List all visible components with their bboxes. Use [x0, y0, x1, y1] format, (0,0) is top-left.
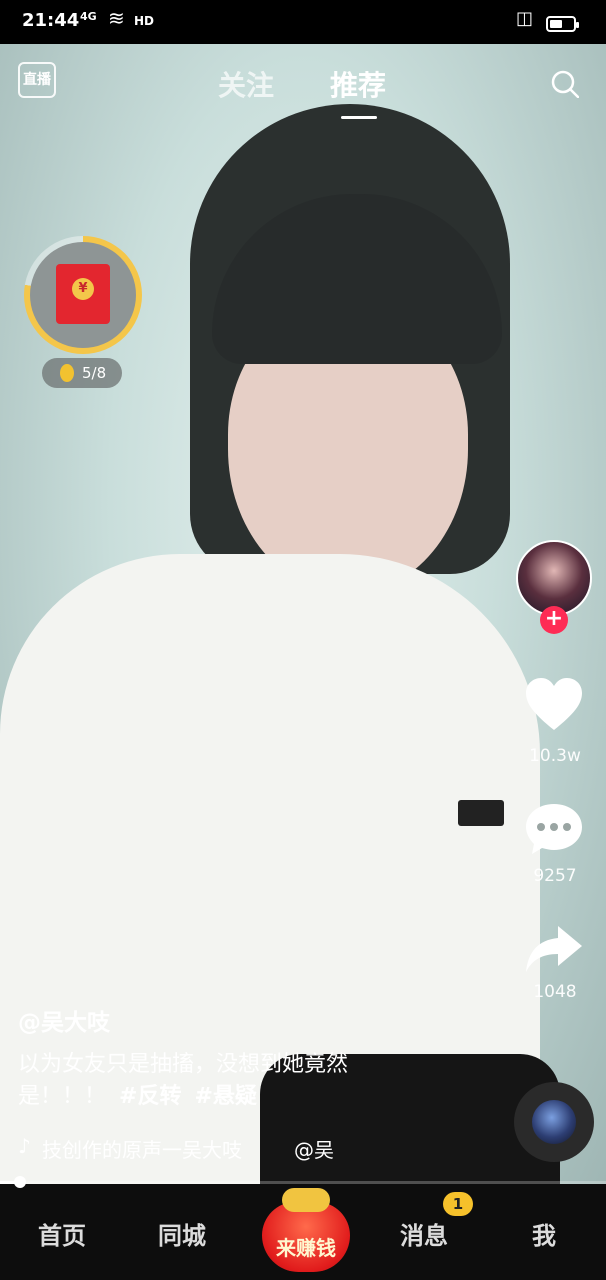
reward-progress-pill: 5/8 — [42, 358, 122, 388]
yuan-coin-icon: ¥ — [72, 278, 94, 300]
follow-button[interactable]: + — [540, 606, 568, 634]
heart-icon[interactable] — [524, 676, 584, 732]
description-text: 以为女友只是抽搐，没想到她竟然是！！！ — [18, 1052, 349, 1109]
reward-red-packet[interactable]: ¥ — [24, 236, 142, 354]
live-icon[interactable]: 直播 — [18, 62, 56, 98]
share-icon[interactable] — [524, 922, 584, 978]
music-mention: @吴 — [294, 1138, 334, 1162]
battery-icon — [546, 16, 579, 32]
vibrate-icon: ◫ — [516, 8, 534, 29]
video-description: 以为女友只是抽搐，没想到她竟然是！！！ #反转 #悬疑 — [18, 1049, 418, 1113]
shirt-logo — [458, 800, 504, 826]
comment-count: 9257 — [533, 866, 577, 886]
playback-progress-bar[interactable] — [0, 1181, 606, 1184]
music-marquee[interactable]: ♪ 技创作的原声一吴大吱 @吴 — [18, 1134, 338, 1164]
author-avatar[interactable] — [516, 540, 592, 616]
nav-nearby[interactable]: 同城 — [158, 1216, 206, 1251]
status-bar: 21:44 4G ≋ HD ◫ — [0, 0, 606, 44]
active-tab-indicator — [341, 116, 377, 119]
gold-egg-icon — [60, 364, 74, 382]
hashtag-link[interactable]: #悬疑 — [194, 1084, 256, 1109]
money-bag-knot — [282, 1188, 330, 1212]
messages-badge: 1 — [443, 1192, 473, 1216]
status-time: 21:44 — [22, 10, 80, 31]
nav-home[interactable]: 首页 — [38, 1216, 86, 1251]
playback-scrubber[interactable] — [14, 1176, 26, 1188]
music-note-icon: ♪ — [18, 1134, 31, 1158]
like-count: 10.3w — [529, 746, 581, 766]
tab-following[interactable]: 关注 — [218, 64, 274, 104]
share-count: 1048 — [533, 982, 577, 1002]
nav-messages[interactable]: 消息 — [400, 1216, 448, 1251]
music-cover — [532, 1100, 576, 1144]
reward-progress-count: 5/8 — [82, 364, 107, 382]
search-icon[interactable] — [551, 70, 579, 98]
music-title: 技创作的原声一吴大吱 — [42, 1138, 242, 1162]
earn-label: 来赚钱 — [276, 1236, 336, 1260]
earn-money-button[interactable]: 来赚钱 — [256, 1188, 356, 1274]
hashtag-link[interactable]: #反转 — [119, 1084, 181, 1109]
top-nav: 直播 关注 推荐 — [0, 44, 606, 124]
music-disc[interactable] — [514, 1082, 594, 1162]
comment-icon[interactable] — [524, 800, 584, 856]
wifi-icon: ≋ — [108, 6, 125, 30]
network-indicator: 4G — [80, 10, 97, 23]
video-caption: @吴大吱 以为女友只是抽搐，没想到她竟然是！！！ #反转 #悬疑 — [18, 1003, 418, 1113]
tab-recommended[interactable]: 推荐 — [330, 64, 386, 104]
hd-indicator: HD — [134, 14, 155, 28]
author-name[interactable]: @吴大吱 — [18, 1003, 418, 1037]
red-envelope-icon: ¥ — [56, 264, 110, 324]
nav-profile[interactable]: 我 — [532, 1216, 556, 1251]
